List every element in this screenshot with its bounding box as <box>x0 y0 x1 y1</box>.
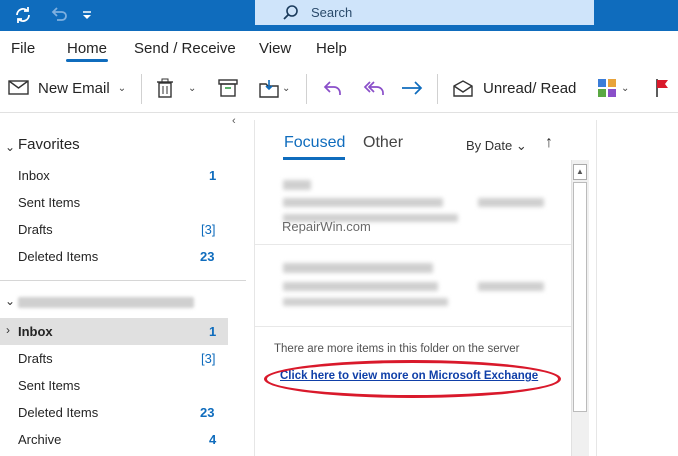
tab-send-receive[interactable]: Send / Receive <box>134 40 236 57</box>
move-to-folder-icon <box>259 80 279 98</box>
envelope-icon <box>8 80 29 95</box>
deleted-count: 23 <box>200 405 215 420</box>
open-envelope-icon <box>453 80 473 97</box>
search-box[interactable]: Search <box>255 0 594 25</box>
flag-icon <box>656 79 668 97</box>
title-bar: Search <box>0 0 678 31</box>
message-date-redacted <box>478 198 544 207</box>
chevron-down-icon[interactable]: ⌄ <box>188 83 196 94</box>
message-subject-redacted <box>283 198 443 207</box>
move-button[interactable]: ⌄ <box>258 66 290 110</box>
focused-tab-indicator <box>283 157 345 160</box>
ribbon-divider <box>437 74 438 104</box>
message-preview-redacted <box>283 298 448 306</box>
forward-button[interactable] <box>400 66 424 110</box>
draft-count: [3] <box>201 222 216 237</box>
unread-count: 1 <box>209 168 217 183</box>
chevron-right-icon[interactable]: › <box>6 323 10 337</box>
unread-read-label: Unread/ Read <box>483 79 577 97</box>
chevron-down-icon[interactable]: ⌄ <box>282 83 290 94</box>
ribbon-divider <box>141 74 142 104</box>
message-separator <box>255 326 571 327</box>
reply-all-icon <box>363 81 384 95</box>
reply-button[interactable] <box>322 66 344 110</box>
account-archive[interactable]: Archive <box>18 432 61 447</box>
undo-icon[interactable] <box>48 4 70 26</box>
archive-count: 4 <box>209 432 217 447</box>
favorites-header[interactable]: Favorites <box>18 136 80 153</box>
unread-read-button[interactable]: Unread/ Read <box>452 66 576 110</box>
flag-button[interactable] <box>654 66 670 110</box>
new-email-label: New Email <box>38 79 110 97</box>
favorites-drafts[interactable]: Drafts <box>18 222 53 237</box>
forward-icon <box>402 81 423 95</box>
account-drafts[interactable]: Drafts <box>18 351 53 366</box>
message-subject-redacted <box>283 282 438 291</box>
unread-count: 1 <box>209 324 217 339</box>
chevron-down-icon[interactable]: ⌄ <box>118 83 126 94</box>
customize-toolbar-icon[interactable] <box>80 4 102 26</box>
new-email-button[interactable]: New Email ⌄ <box>8 66 126 110</box>
reading-pane <box>596 120 678 456</box>
archive-icon <box>218 79 238 97</box>
sync-icon[interactable] <box>12 4 34 26</box>
ribbon: New Email ⌄ ⌄ ⌄ Unread/ Read ⌄ <box>0 66 678 113</box>
chevron-down-icon: ⌄ <box>515 138 527 153</box>
chevron-down-icon[interactable]: ⌄ <box>621 83 629 94</box>
sort-by-date[interactable]: By Date ⌄ <box>466 138 527 154</box>
ribbon-divider <box>306 74 307 104</box>
tab-home[interactable]: Home <box>67 40 107 57</box>
active-tab-indicator <box>66 59 108 62</box>
pane-divider <box>0 280 246 281</box>
collapse-pane-icon[interactable]: ‹ <box>232 115 236 127</box>
draft-count: [3] <box>201 351 216 366</box>
server-items-note: There are more items in this folder on t… <box>274 343 520 355</box>
trash-icon <box>157 78 173 98</box>
chevron-down-icon[interactable]: ⌄ <box>5 294 15 308</box>
tab-focused[interactable]: Focused <box>284 134 345 152</box>
watermark-text: RepairWin.com <box>282 219 371 234</box>
tab-help[interactable]: Help <box>316 40 347 57</box>
account-inbox[interactable]: Inbox <box>18 324 53 339</box>
message-sender-redacted[interactable] <box>283 263 433 273</box>
scroll-thumb[interactable] <box>573 182 587 412</box>
archive-button[interactable] <box>218 66 238 110</box>
tab-other[interactable]: Other <box>363 134 403 152</box>
reply-all-button[interactable] <box>361 66 387 110</box>
message-sender-redacted[interactable] <box>283 180 311 190</box>
search-icon <box>283 5 298 20</box>
sort-label: By Date <box>466 138 513 153</box>
sort-direction-icon[interactable]: ↑ <box>545 134 553 152</box>
message-separator <box>255 244 571 245</box>
favorites-sent-items[interactable]: Sent Items <box>18 195 80 210</box>
tab-view[interactable]: View <box>259 40 291 57</box>
reply-icon <box>323 81 341 95</box>
categorize-button[interactable]: ⌄ <box>597 66 629 110</box>
account-deleted-items[interactable]: Deleted Items <box>18 405 98 420</box>
account-name-redacted[interactable] <box>18 297 194 308</box>
tab-file[interactable]: File <box>11 40 35 57</box>
search-placeholder: Search <box>311 5 353 20</box>
scroll-up-icon[interactable]: ▲ <box>573 164 587 180</box>
delete-button[interactable]: ⌄ <box>156 66 196 110</box>
categorize-icon <box>598 79 616 97</box>
favorites-deleted-items[interactable]: Deleted Items <box>18 249 98 264</box>
account-sent-items[interactable]: Sent Items <box>18 378 80 393</box>
message-date-redacted <box>478 282 544 291</box>
favorites-inbox[interactable]: Inbox <box>18 168 50 183</box>
highlight-annotation <box>264 360 561 398</box>
chevron-down-icon[interactable]: ⌄ <box>5 140 15 154</box>
deleted-count: 23 <box>200 249 215 264</box>
